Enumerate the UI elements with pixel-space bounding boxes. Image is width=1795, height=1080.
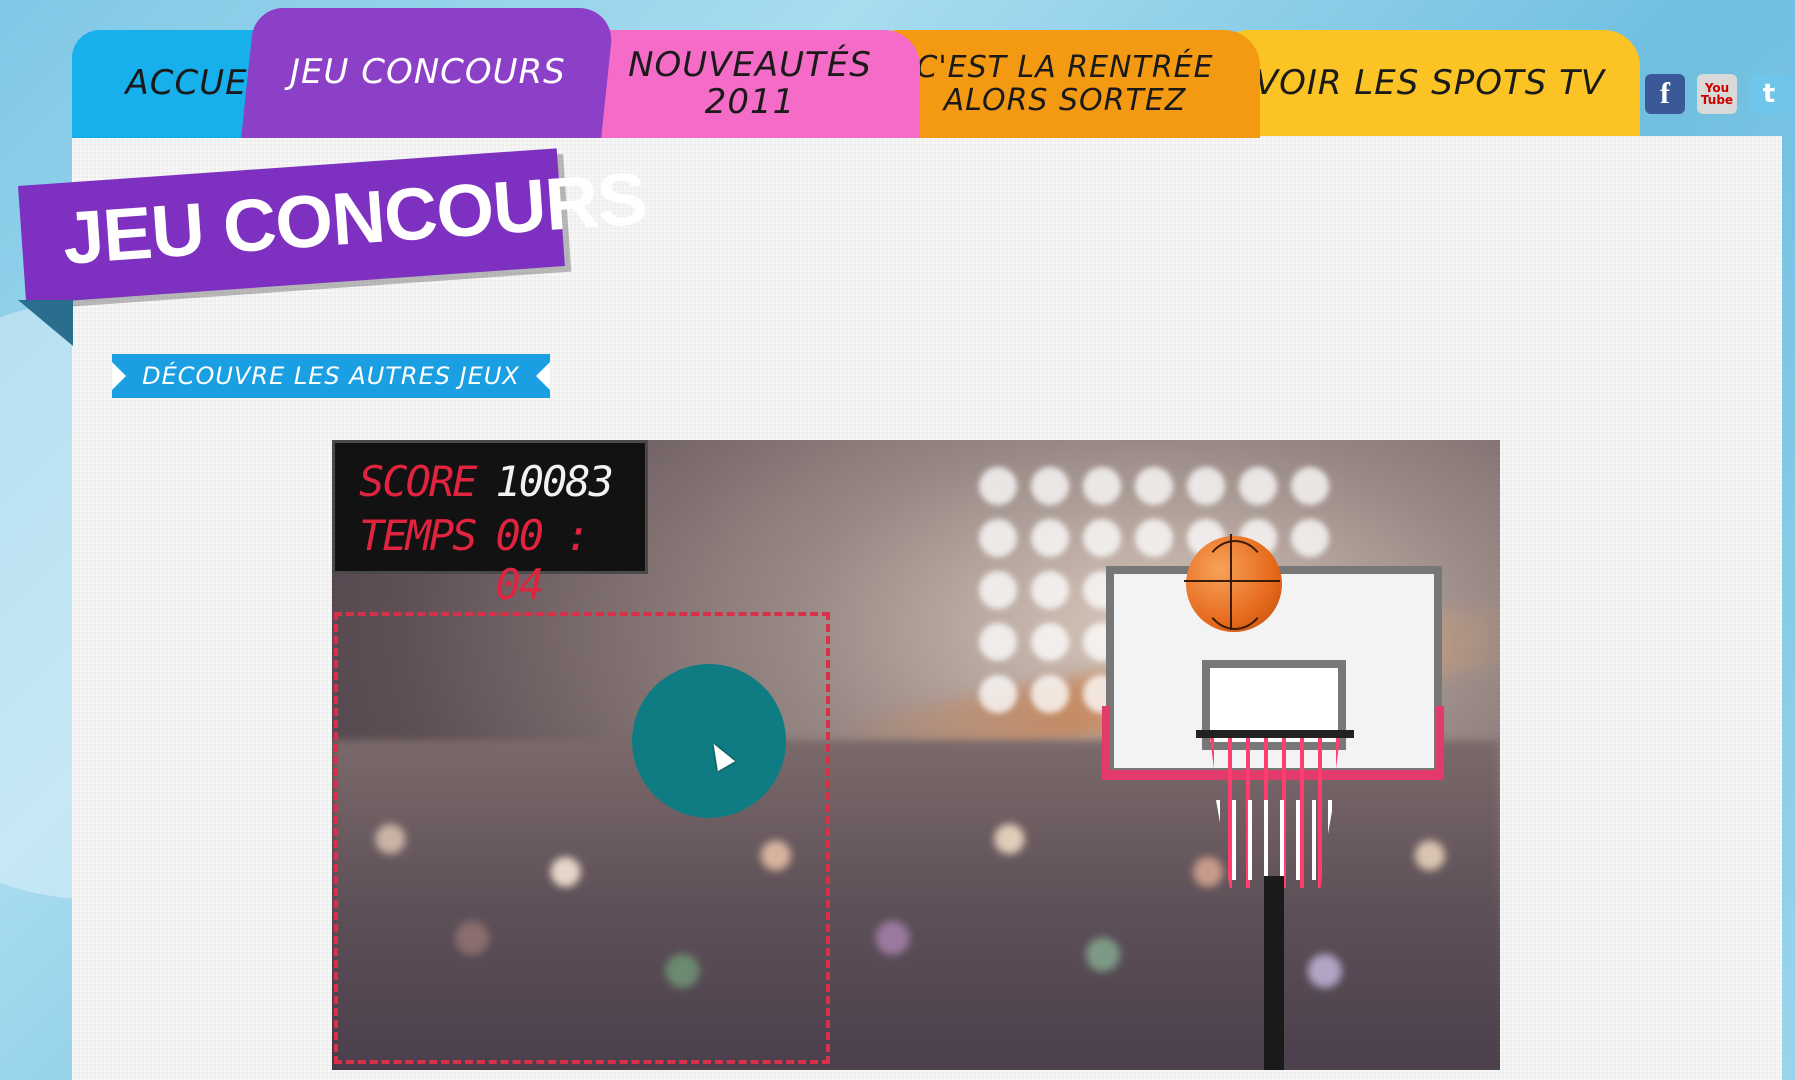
discover-games-button[interactable]: DÉCOUVRE LES AUTRES JEUX <box>112 354 550 398</box>
time-label: TEMPS <box>359 511 477 560</box>
ball-seam <box>1200 540 1270 630</box>
hoop-pole <box>1264 876 1284 1070</box>
backboard-frame-left <box>1102 706 1110 780</box>
score-value: 10083 <box>495 457 613 506</box>
main-nav: ACCUEIL JEU CONCOURS NOUVEAUTÉS 2011 C'E… <box>0 0 1795 140</box>
tab-rentree-line2: ALORS SORTEZ <box>943 83 1187 118</box>
tab-jeu-concours[interactable]: JEU CONCOURS <box>241 8 615 138</box>
time-value: 00 : 04 <box>495 511 590 609</box>
tab-rentree[interactable]: C'EST LA RENTRÉE ALORS SORTEZ <box>870 30 1260 138</box>
hoop-net-lower <box>1216 800 1334 880</box>
basketball <box>1184 534 1282 632</box>
time-row: TEMPS 00 : 04 <box>359 511 645 609</box>
backboard-frame-right <box>1436 706 1444 780</box>
youtube-icon[interactable]: You Tube <box>1697 74 1737 114</box>
score-label: SCORE <box>359 457 477 506</box>
facebook-icon[interactable]: f <box>1645 74 1685 114</box>
twitter-icon[interactable]: t <box>1749 74 1789 114</box>
basketball-game[interactable]: SCORE 10083 TEMPS 00 : 04 <box>332 440 1500 1070</box>
social-links: f You Tube t <box>1645 74 1789 114</box>
banner-fold <box>18 300 73 346</box>
hoop-rim <box>1196 730 1354 738</box>
tab-spots-tv[interactable]: VOIR LES SPOTS TV <box>1220 30 1640 138</box>
score-row: SCORE 10083 <box>359 457 614 506</box>
tab-rentree-line1: C'EST LA RENTRÉE <box>916 50 1214 85</box>
throw-control[interactable] <box>632 664 786 818</box>
tab-nouveautes[interactable]: NOUVEAUTÉS 2011 <box>580 30 920 138</box>
scoreboard: SCORE 10083 TEMPS 00 : 04 <box>332 440 648 609</box>
